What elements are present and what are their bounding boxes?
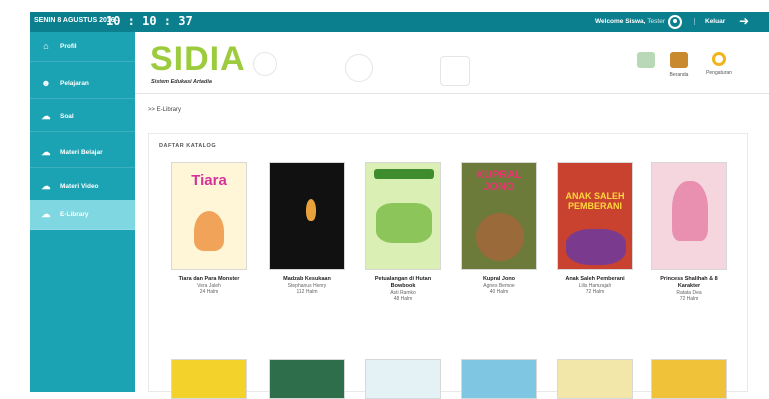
book-cover[interactable] xyxy=(171,359,247,399)
book-card[interactable]: KUPRAL JONO Kupral Jono Agnes Bemoe 40 H… xyxy=(459,162,539,295)
clock: 10 : 10 : 37 xyxy=(106,14,193,28)
catalog-title: DAFTAR KATALOG xyxy=(159,143,217,149)
sidebar-item-materi-video[interactable]: ☁ Materi Video xyxy=(30,172,135,202)
sidebar-item-label: Soal xyxy=(60,113,74,120)
book-cover[interactable] xyxy=(269,162,345,270)
welcome-label: Welcome Siswa, xyxy=(595,18,646,25)
top-bar: SENIN 8 AGUSTUS 2016 10 : 10 : 37 Welcom… xyxy=(30,12,769,32)
cover-title: ANAK SALEH PEMBERANI xyxy=(565,191,625,211)
cloud-icon: ☁ xyxy=(41,111,51,121)
book-card[interactable]: Princess Shalihah & 8 Karakter Ratata De… xyxy=(649,162,729,302)
book-pages: 40 Halm xyxy=(489,289,509,295)
book-title: Kupral Jono xyxy=(482,276,516,282)
user-name[interactable]: Tester xyxy=(647,18,665,25)
book-pages: 24 Halm xyxy=(199,289,219,295)
book-pages: 72 Halm xyxy=(679,296,699,302)
sidebar-item-pelajaran[interactable]: ☻ Pelajaran xyxy=(30,69,135,99)
book-pages: 112 Halm xyxy=(296,289,318,295)
book-title: Anak Saleh Pemberani xyxy=(565,276,625,282)
book-cover[interactable] xyxy=(365,162,441,270)
logo: SIDIA xyxy=(150,40,246,78)
book-card[interactable]: Madzab Kesukaan Stephanus Henry 112 Halm xyxy=(267,162,347,295)
book-title: Princess Shalihah & 8 Karakter xyxy=(660,276,718,289)
book-card[interactable]: Petualangan di Hutan Bowbook Asti Ramko … xyxy=(363,162,443,302)
book-title: Petualangan di Hutan Bowbook xyxy=(374,276,432,289)
deco-circle xyxy=(253,52,277,76)
book-cover[interactable]: ANAK SALEH PEMBERANI xyxy=(557,162,633,270)
beranda-button[interactable]: Beranda xyxy=(665,52,693,82)
welcome-text: Welcome Siswa, Tester xyxy=(595,18,665,25)
book-cover[interactable]: Tiara xyxy=(171,162,247,270)
pengaturan-label: Pengaturan xyxy=(706,70,732,76)
sidebar-item-materi-belajar[interactable]: ☁ Materi Belajar xyxy=(30,138,135,168)
cloud-icon: ☁ xyxy=(41,181,51,191)
home-icon: ⌂ xyxy=(43,41,49,51)
pengaturan-button[interactable]: Pengaturan xyxy=(705,52,733,82)
sidebar-item-profil[interactable]: ⌂ Profil xyxy=(30,32,135,62)
users-icon: ☻ xyxy=(41,78,51,88)
book-title: Tiara dan Para Monster xyxy=(178,276,240,282)
settings-icon xyxy=(712,52,726,66)
book-cover[interactable] xyxy=(461,359,537,399)
book-cover[interactable] xyxy=(365,359,441,399)
book-pages: 72 Halm xyxy=(585,289,605,295)
logout-button[interactable]: Keluar xyxy=(694,18,725,25)
book-cover[interactable] xyxy=(651,162,727,270)
cloud-icon: ☁ xyxy=(41,147,51,157)
sidebar-item-e-library[interactable]: ☁ E-Library xyxy=(30,200,135,230)
home-icon xyxy=(670,52,688,68)
book-card[interactable]: ANAK SALEH PEMBERANI Anak Saleh Pemberan… xyxy=(555,162,635,295)
sidebar-item-label: Materi Video xyxy=(60,183,99,190)
sidebar-item-label: Pelajaran xyxy=(60,80,89,87)
header: SIDIA Sistem Edukasi Artadia Beranda Pen… xyxy=(135,32,769,94)
book-cover[interactable] xyxy=(557,359,633,399)
logout-icon[interactable]: ➜ xyxy=(739,15,749,27)
book-title: Madzab Kesukaan xyxy=(283,276,331,282)
sidebar-item-label: E-Library xyxy=(60,211,89,218)
book-card[interactable]: Tiara Tiara dan Para Monster Vera Jaleh … xyxy=(169,162,249,295)
cloud-icon: ☁ xyxy=(41,209,51,219)
beranda-label: Beranda xyxy=(669,72,689,78)
logo-subtitle: Sistem Edukasi Artadia xyxy=(151,79,212,85)
user-icon[interactable] xyxy=(668,15,682,29)
sidebar: ⌂ Profil ☻ Pelajaran ☁ Soal ☁ Materi Bel… xyxy=(30,32,135,392)
book-cover[interactable] xyxy=(651,359,727,399)
document-icon xyxy=(440,56,470,86)
cover-title: Tiara xyxy=(191,172,227,189)
date-label: SENIN 8 AGUSTUS 2016 xyxy=(34,17,115,24)
book-cover[interactable] xyxy=(269,359,345,399)
book-cover[interactable]: KUPRAL JONO xyxy=(461,162,537,270)
sidebar-item-label: Profil xyxy=(60,43,77,50)
deco-circle xyxy=(345,54,373,82)
breadcrumb[interactable]: >> E-Library xyxy=(148,107,181,113)
monitor-icon xyxy=(637,52,655,68)
book-pages: 48 Halm xyxy=(393,296,413,302)
sidebar-item-label: Materi Belajar xyxy=(60,149,103,156)
cover-title: KUPRAL JONO xyxy=(476,169,522,193)
sidebar-item-soal[interactable]: ☁ Soal xyxy=(30,102,135,132)
monitor-button[interactable] xyxy=(632,52,660,82)
catalog-panel: DAFTAR KATALOG Tiara Tiara dan Para Mons… xyxy=(148,133,748,399)
